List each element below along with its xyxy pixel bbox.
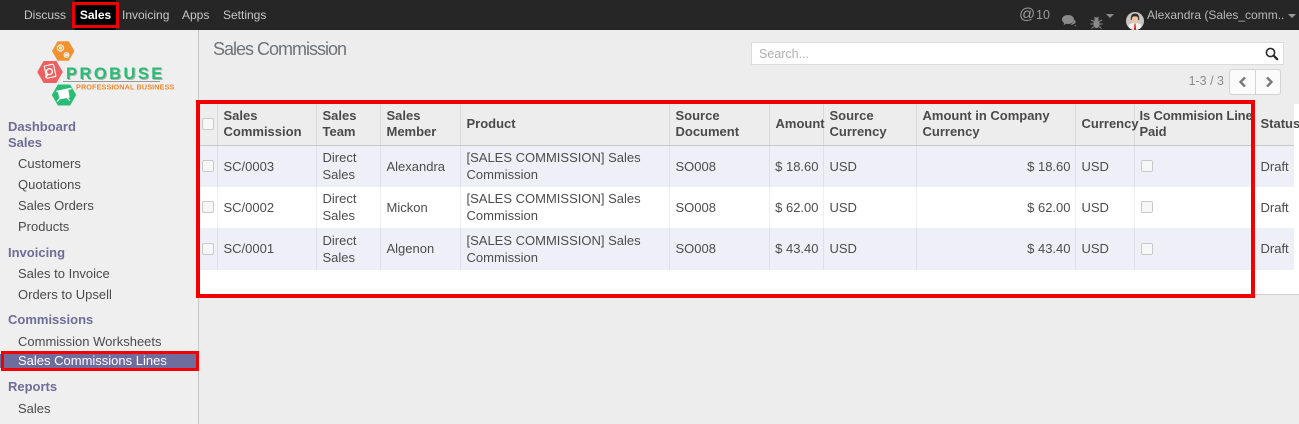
svg-text:PROBUSE: PROBUSE <box>66 65 165 83</box>
svg-text:PROFESSIONAL BUSINESS: PROFESSIONAL BUSINESS <box>76 83 175 92</box>
